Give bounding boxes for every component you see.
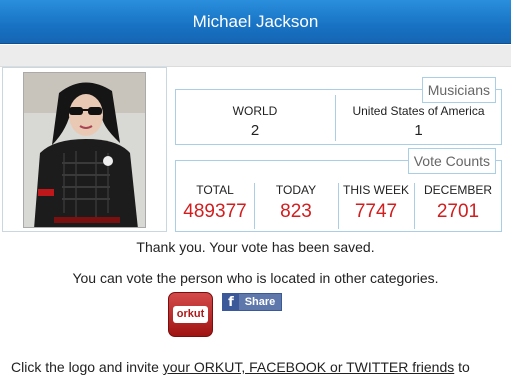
invite-message: Click the logo and invite your ORKUT, FA… (11, 359, 511, 375)
facebook-icon: f (223, 294, 239, 310)
vote-total-label: TOTAL (196, 183, 234, 197)
vote-today-label: TODAY (275, 183, 317, 197)
orkut-logo-button[interactable]: orkut (168, 292, 213, 337)
vote-week: THIS WEEK 7747 (338, 183, 414, 223)
vote-counts-box: Vote Counts TOTAL 489377 TODAY 823 THIS … (175, 148, 502, 232)
page-header: Michael Jackson (0, 0, 511, 44)
facebook-share-label: Share (244, 296, 276, 308)
rank-world: WORLD 2 (176, 104, 334, 139)
facebook-share-button[interactable]: f Share (222, 293, 282, 311)
rank-country-value: 1 (414, 122, 423, 139)
rank-world-value: 2 (250, 122, 260, 139)
page-title: Michael Jackson (192, 12, 319, 31)
vote-counts-title: Vote Counts (407, 148, 496, 174)
vote-month-label: DECEMBER (423, 183, 492, 197)
invite-suffix: to (454, 359, 470, 375)
rank-world-label: WORLD (232, 104, 278, 118)
orkut-logo-text: orkut (173, 306, 208, 323)
photo-frame (2, 67, 167, 232)
vote-week-label: THIS WEEK (342, 183, 409, 197)
vote-month-value: 2701 (436, 201, 480, 222)
invite-prefix: Click the logo and invite (11, 359, 163, 375)
vote-week-value: 7747 (354, 201, 398, 222)
musicians-box: Musicians WORLD 2 United States of Ameri… (175, 77, 502, 145)
vote-month: DECEMBER 2701 (414, 183, 502, 223)
other-categories-message: You can vote the person who is located i… (72, 270, 439, 286)
rank-country: United States of America 1 (335, 104, 502, 139)
subbar (0, 45, 511, 67)
vote-saved-message: Thank you. Your vote has been saved. (136, 239, 375, 255)
artist-photo (23, 72, 146, 228)
vote-total: TOTAL 489377 (176, 183, 254, 223)
vote-today-value: 823 (280, 201, 312, 222)
vote-today: TODAY 823 (254, 183, 338, 223)
rank-country-label: United States of America (352, 104, 485, 118)
vote-total-value: 489377 (183, 201, 247, 222)
invite-friends-link[interactable]: your ORKUT, FACEBOOK or TWITTER friends (163, 359, 454, 375)
musicians-title: Musicians (421, 77, 496, 103)
